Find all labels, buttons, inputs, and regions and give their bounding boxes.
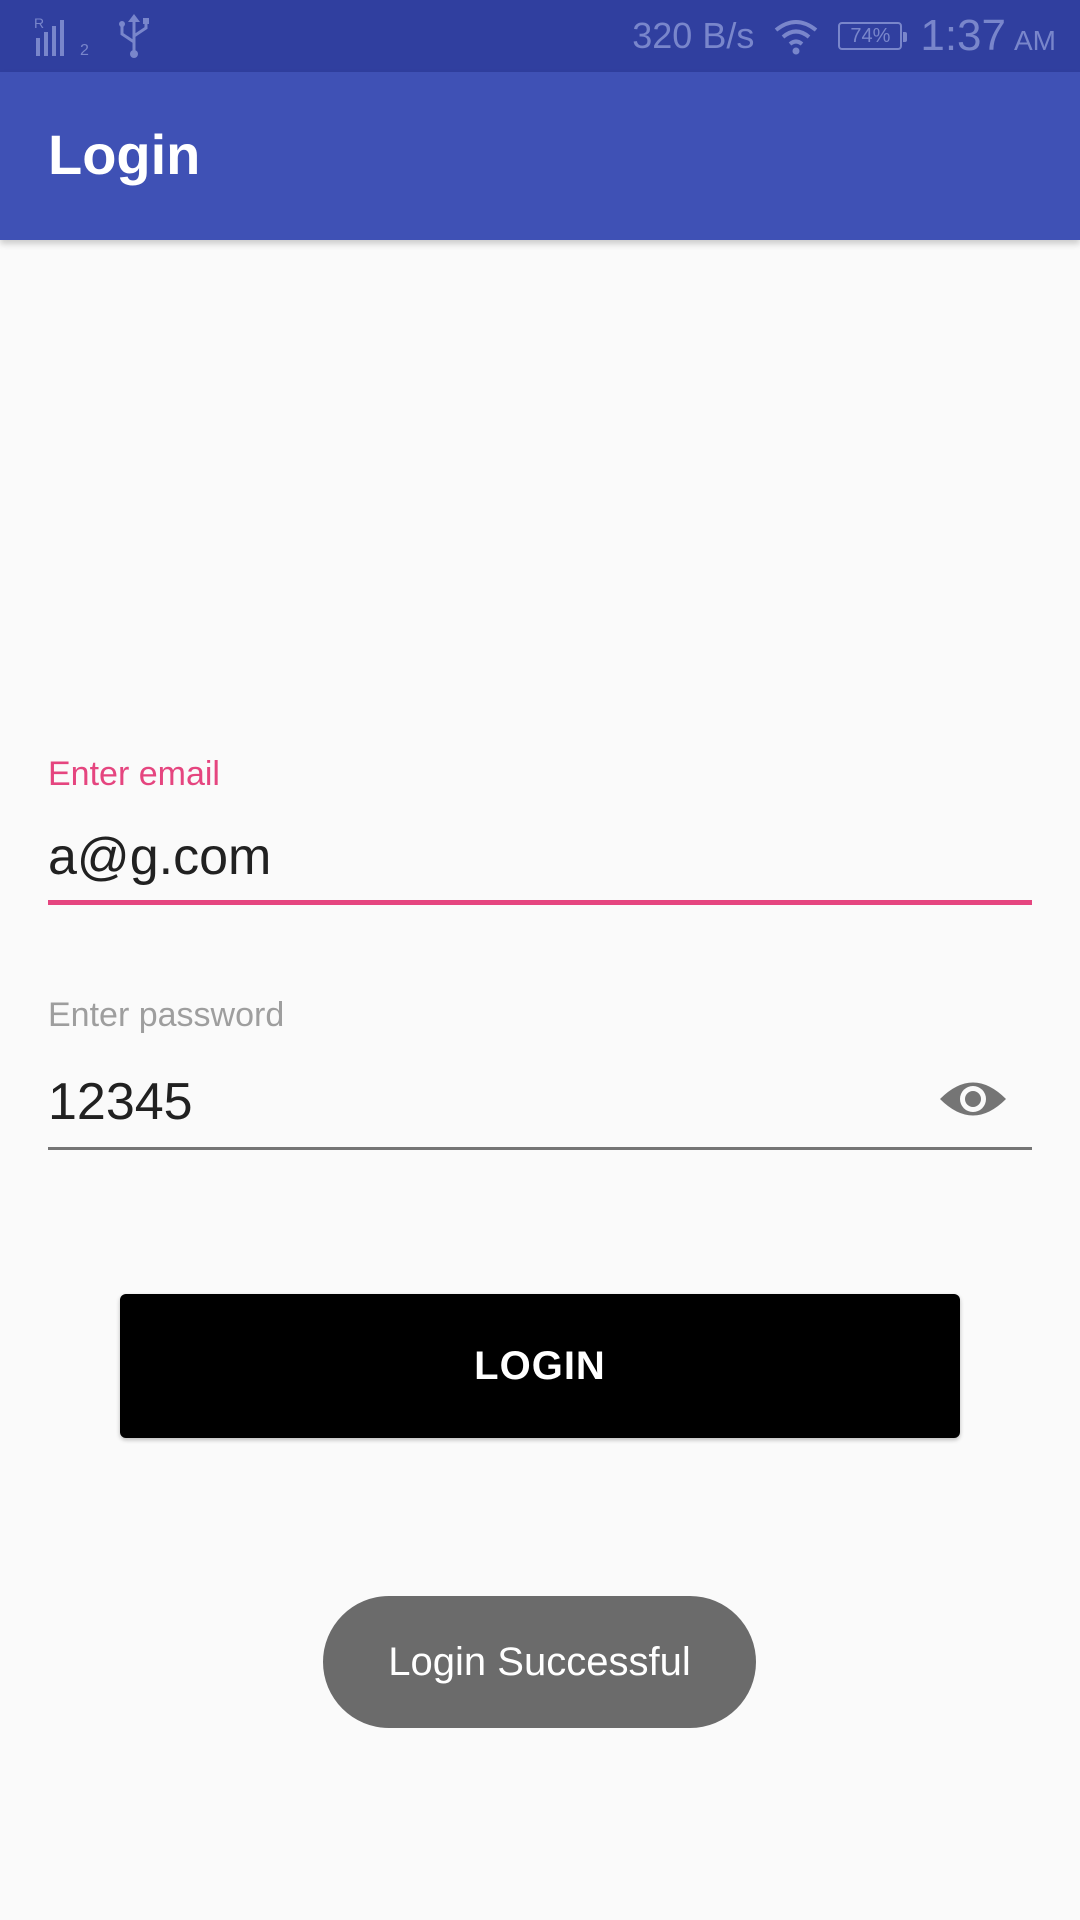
password-underline xyxy=(48,1147,1032,1150)
status-left-icons: R 2 xyxy=(34,12,156,60)
clock-ampm: AM xyxy=(1014,25,1056,56)
email-underline xyxy=(48,900,1032,905)
email-input[interactable]: a@g.com xyxy=(48,827,271,887)
page-title: Login xyxy=(48,123,201,186)
app-bar: Login xyxy=(0,72,1080,240)
clock: 1:37 AM xyxy=(920,11,1056,61)
password-label: Enter password xyxy=(48,996,285,1034)
password-input[interactable]: 12345 xyxy=(48,1072,193,1132)
email-label: Enter email xyxy=(48,755,220,793)
usb-icon xyxy=(112,12,156,60)
toast-message: Login Successful xyxy=(323,1596,756,1728)
battery-icon: 74% xyxy=(838,22,908,50)
wifi-icon xyxy=(772,16,820,56)
email-field[interactable]: Enter email a@g.com xyxy=(48,755,1032,907)
signal-sim-number: 2 xyxy=(80,42,89,59)
status-bar: R 2 320 B/s 74% 1:37 AM xyxy=(0,0,1080,72)
password-visibility-toggle[interactable] xyxy=(938,1074,1008,1124)
network-speed: 320 B/s xyxy=(632,15,755,56)
status-right-info: 320 B/s 74% 1:37 AM xyxy=(632,0,1056,72)
eye-icon xyxy=(940,1082,1006,1116)
signal-icon: R 2 xyxy=(34,14,89,59)
clock-time: 1:37 xyxy=(920,11,1006,60)
login-button[interactable]: LOGIN xyxy=(120,1294,960,1438)
password-field[interactable]: Enter password 12345 xyxy=(48,996,1032,1152)
svg-text:R: R xyxy=(34,15,44,31)
